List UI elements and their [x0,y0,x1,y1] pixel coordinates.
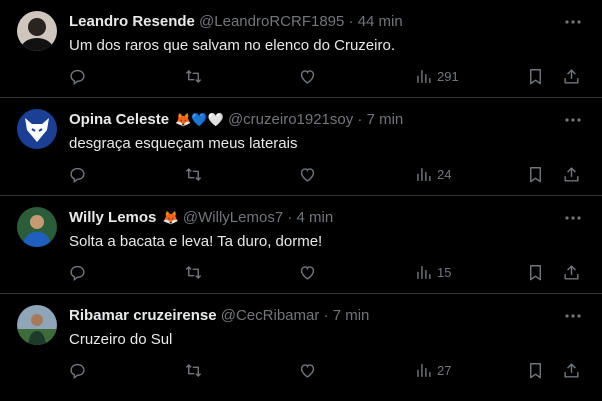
share-icon [564,362,579,378]
like-button[interactable] [298,162,317,186]
reply-icon [70,167,85,183]
retweet-icon [185,167,202,181]
bookmark-button[interactable] [526,358,545,382]
bookmark-icon [530,166,541,182]
tweet-text: Um dos raros que salvam no elenco do Cru… [69,37,395,54]
reply-button[interactable] [68,64,87,88]
timestamp[interactable]: 7 min [367,111,404,128]
reply-icon [70,265,85,281]
tweet[interactable]: Leandro Resende @LeandroRCRF1895 · 44 mi… [0,0,602,98]
analytics-icon [417,69,431,83]
timestamp[interactable]: 4 min [297,209,334,226]
more-options-icon[interactable] [563,12,583,32]
tweet-text: desgraça esqueçam meus laterais [69,135,298,152]
author-name[interactable]: Ribamar cruzeirense [69,307,217,324]
share-button[interactable] [562,260,581,284]
reply-button[interactable] [68,260,87,284]
bookmark-icon [530,68,541,84]
tweet-text: Cruzeiro do Sul [69,331,173,348]
like-button[interactable] [298,260,317,284]
analytics-icon [417,363,431,377]
bookmark-button[interactable] [526,64,545,88]
bookmark-icon [530,362,541,378]
tweet-header: Ribamar cruzeirense @CecRibamar · 7 min [69,306,562,326]
tweet[interactable]: Willy Lemos 🦊 @WillyLemos7 · 4 min Solta… [0,196,602,294]
views-button[interactable]: 27 [414,358,451,382]
retweet-icon [185,363,202,377]
view-count: 24 [437,166,452,182]
retweet-button[interactable] [184,162,203,186]
heart-icon [300,265,315,280]
tweet-actions: 15 [60,260,590,284]
reply-button[interactable] [68,162,87,186]
retweet-button[interactable] [184,358,203,382]
more-options-icon[interactable] [563,208,583,228]
author-name[interactable]: Opina Celeste [69,111,169,128]
reply-icon [70,69,85,85]
heart-icon [300,363,315,378]
author-handle[interactable]: @LeandroRCRF1895 [199,13,344,30]
bookmark-icon [530,264,541,280]
view-count: 27 [437,362,452,378]
author-name[interactable]: Leandro Resende [69,13,195,30]
avatar[interactable] [17,305,57,345]
views-button[interactable]: 291 [414,64,459,88]
retweet-icon [185,265,202,279]
tweet-actions: 27 [60,358,590,382]
share-icon [564,68,579,84]
analytics-icon [417,167,431,181]
reply-feed: Leandro Resende @LeandroRCRF1895 · 44 mi… [0,0,602,401]
share-icon [564,166,579,182]
retweet-button[interactable] [184,260,203,284]
bookmark-button[interactable] [526,260,545,284]
separator-dot: · [348,13,354,30]
views-button[interactable]: 15 [414,260,451,284]
share-icon [564,264,579,280]
tweet-header: Opina Celeste 🦊💙🤍 @cruzeiro1921soy · 7 m… [69,110,562,131]
avatar[interactable] [17,11,57,51]
tweet-header: Willy Lemos 🦊 @WillyLemos7 · 4 min [69,208,562,229]
bookmark-button[interactable] [526,162,545,186]
separator-dot: · [357,111,363,128]
tweet-text: Solta a bacata e leva! Ta duro, dorme! [69,233,323,250]
more-options-icon[interactable] [563,110,583,130]
like-button[interactable] [298,64,317,88]
view-count: 15 [437,264,452,280]
timestamp[interactable]: 44 min [358,13,403,30]
tweet-header: Leandro Resende @LeandroRCRF1895 · 44 mi… [69,12,562,32]
share-button[interactable] [562,358,581,382]
heart-icon [300,69,315,84]
tweet[interactable]: Opina Celeste 🦊💙🤍 @cruzeiro1921soy · 7 m… [0,98,602,196]
name-emojis: 🦊💙🤍 [175,113,224,128]
reply-icon [70,363,85,379]
timestamp[interactable]: 7 min [333,307,370,324]
author-handle[interactable]: @cruzeiro1921soy [228,111,353,128]
heart-icon [300,167,315,182]
retweet-icon [185,69,202,83]
author-handle[interactable]: @CecRibamar [221,307,320,324]
view-count: 291 [437,68,459,84]
avatar[interactable] [17,109,57,149]
share-button[interactable] [562,64,581,88]
reply-button[interactable] [68,358,87,382]
author-name[interactable]: Willy Lemos [69,209,156,226]
separator-dot: · [287,209,293,226]
share-button[interactable] [562,162,581,186]
avatar[interactable] [17,207,57,247]
separator-dot: · [323,307,329,324]
tweet[interactable]: Ribamar cruzeirense @CecRibamar · 7 min … [0,294,602,401]
more-options-icon[interactable] [563,306,583,326]
name-emojis: 🦊 [162,211,179,226]
tweet-actions: 291 [60,64,590,88]
analytics-icon [417,265,431,279]
views-button[interactable]: 24 [414,162,451,186]
tweet-actions: 24 [60,162,590,186]
retweet-button[interactable] [184,64,203,88]
like-button[interactable] [298,358,317,382]
author-handle[interactable]: @WillyLemos7 [183,209,283,226]
